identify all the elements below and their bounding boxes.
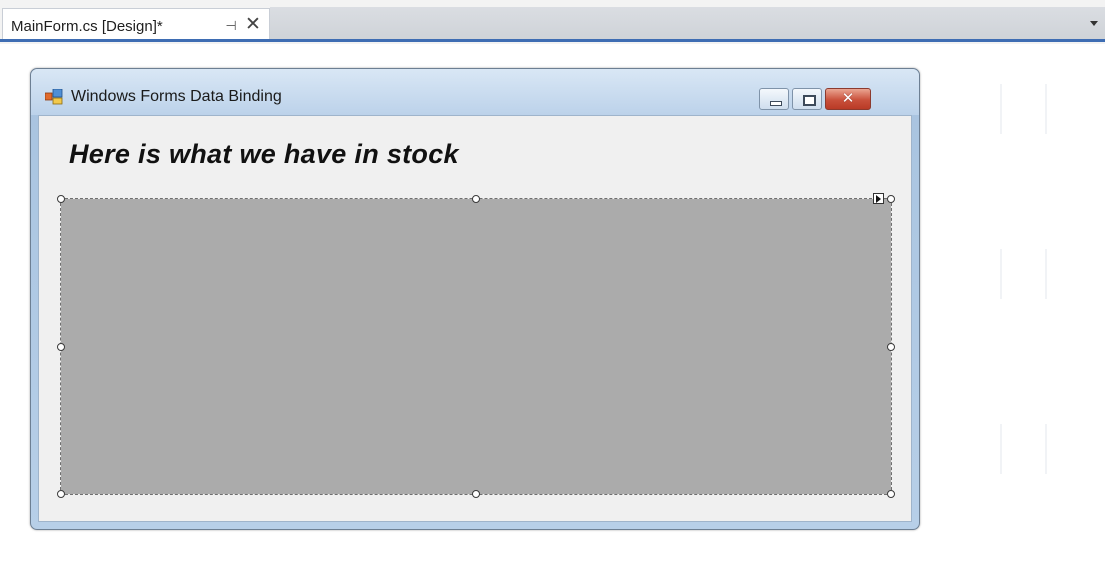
tab-title: MainForm.cs [Design]* <box>11 18 163 35</box>
pin-icon[interactable]: ⊣ <box>223 18 239 34</box>
form-client-area[interactable]: Here is what we have in stock <box>38 115 912 522</box>
form-title: Windows Forms Data Binding <box>71 88 282 105</box>
surface-artifact <box>1045 84 1047 134</box>
surface-artifact <box>1045 424 1047 474</box>
chevron-down-icon[interactable] <box>1089 18 1099 28</box>
form-app-icon <box>45 89 63 105</box>
resize-handle-bottom-right[interactable] <box>887 490 895 498</box>
data-grid-view[interactable] <box>60 198 892 495</box>
resize-handle-bottom-left[interactable] <box>57 490 65 498</box>
resize-handle-top[interactable] <box>472 195 480 203</box>
tab-mainform-design[interactable]: MainForm.cs [Design]* ⊣ ✕ <box>2 8 270 42</box>
maximize-icon <box>803 95 816 106</box>
close-button[interactable]: ✕ <box>825 88 871 110</box>
maximize-button[interactable] <box>792 88 822 110</box>
surface-artifact <box>1045 249 1047 299</box>
windows-form[interactable]: Windows Forms Data Binding ✕ Here is wha… <box>30 68 920 530</box>
tab-strip-background <box>270 7 1105 39</box>
minimize-icon <box>770 101 782 106</box>
close-icon: ✕ <box>841 90 855 107</box>
resize-handle-left[interactable] <box>57 343 65 351</box>
smart-tag-arrow-icon[interactable] <box>873 193 884 204</box>
resize-handle-top-right[interactable] <box>887 195 895 203</box>
surface-artifact <box>1000 249 1002 299</box>
surface-artifact <box>1000 84 1002 134</box>
resize-handle-bottom[interactable] <box>472 490 480 498</box>
tab-strip-underline <box>0 39 1105 42</box>
minimize-button[interactable] <box>759 88 789 110</box>
resize-handle-right[interactable] <box>887 343 895 351</box>
stock-heading-label: Here is what we have in stock <box>69 139 459 169</box>
close-icon[interactable]: ✕ <box>244 15 262 34</box>
document-tab-strip: MainForm.cs [Design]* ⊣ ✕ <box>0 0 1105 44</box>
surface-artifact <box>1000 424 1002 474</box>
resize-handle-top-left[interactable] <box>57 195 65 203</box>
form-titlebar[interactable]: Windows Forms Data Binding ✕ <box>31 69 919 115</box>
